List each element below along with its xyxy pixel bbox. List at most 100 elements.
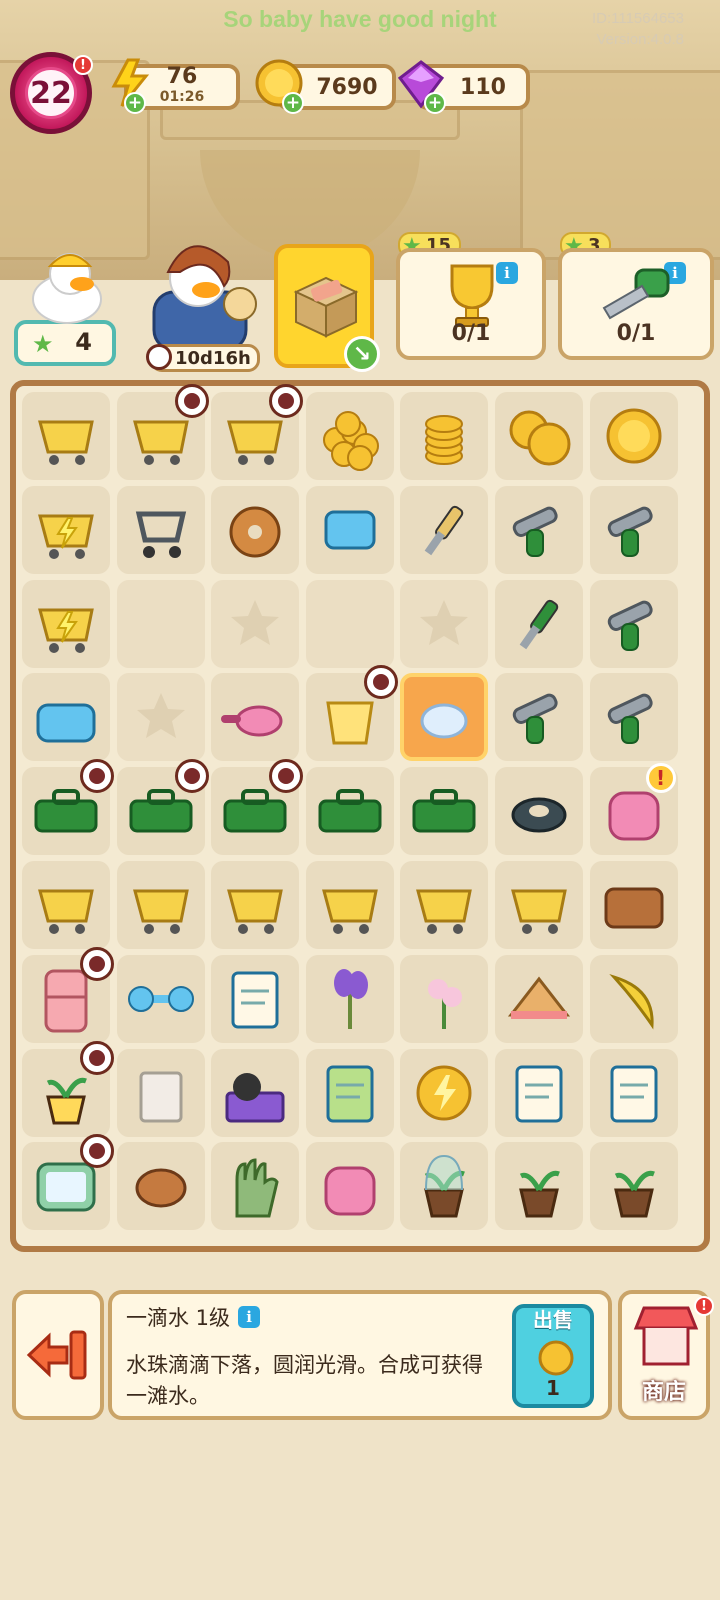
weight-crate-icon — [225, 1072, 285, 1123]
board-cell[interactable] — [305, 485, 394, 574]
board-cell[interactable] — [211, 1142, 300, 1231]
board-cell[interactable] — [495, 767, 583, 856]
board-cell[interactable] — [22, 861, 110, 949]
shopping-cart-full-icon — [38, 420, 94, 465]
board-cell[interactable] — [22, 485, 110, 574]
board-cell[interactable] — [589, 392, 678, 480]
saw-icon — [602, 268, 670, 320]
board-cell[interactable] — [211, 1048, 300, 1137]
shop-button[interactable]: ! 商店 — [618, 1290, 714, 1420]
level-badge[interactable]: 22 ! — [10, 52, 93, 134]
potted-plant-icon — [613, 1171, 655, 1218]
energy-add-icon[interactable]: + — [124, 92, 146, 114]
energy-basket-icon — [38, 608, 94, 653]
board-cell[interactable] — [495, 579, 583, 668]
board-cell[interactable] — [22, 392, 110, 480]
board-cell[interactable] — [305, 1142, 394, 1231]
coin-stack-icon — [425, 415, 464, 465]
sell-button[interactable]: 出售 1 — [512, 1304, 594, 1408]
board-cell[interactable] — [116, 1142, 205, 1231]
trophy-icon — [450, 264, 494, 327]
board-cell[interactable] — [22, 1040, 114, 1137]
worker-duck-icon[interactable] — [22, 244, 112, 324]
board-cell[interactable] — [589, 861, 678, 949]
board-cell[interactable] — [116, 861, 205, 949]
board-cell[interactable] — [116, 384, 209, 480]
board-cell[interactable] — [22, 673, 110, 762]
timer-lock-icon — [174, 759, 209, 794]
order-1-progress: 0/1 — [451, 321, 491, 346]
board-cell-empty[interactable] — [116, 579, 205, 668]
board-cell[interactable] — [589, 485, 678, 574]
board-cell[interactable] — [22, 759, 114, 856]
board-cell[interactable] — [305, 665, 398, 762]
merge-board: ! — [10, 380, 710, 1252]
board-cell[interactable] — [211, 384, 304, 480]
board-cell[interactable] — [400, 673, 489, 762]
board-cell-empty[interactable] — [400, 579, 489, 668]
board-cell[interactable] — [116, 759, 209, 856]
wallet-icon — [604, 887, 664, 929]
board-cell[interactable] — [589, 673, 678, 762]
board-cell[interactable] — [495, 1048, 583, 1137]
board-cell[interactable]: ! — [589, 763, 678, 856]
board-cell[interactable] — [495, 954, 583, 1043]
board-cell[interactable] — [400, 767, 489, 856]
exit-button[interactable] — [12, 1290, 104, 1420]
board-cell[interactable] — [22, 579, 110, 668]
order-card-2[interactable]: i 0/1 — [558, 248, 714, 360]
shop-alert-icon: ! — [694, 1296, 714, 1316]
coin-icon — [538, 1340, 574, 1376]
board-cell[interactable] — [400, 392, 489, 480]
board-cell[interactable] — [495, 392, 583, 480]
board-cell-empty[interactable] — [116, 673, 205, 762]
board-cell[interactable] — [495, 673, 583, 762]
paint-roller-icon — [512, 694, 558, 745]
board-cell[interactable] — [589, 1048, 678, 1137]
order-card-1[interactable]: i 0/1 — [396, 248, 546, 360]
bagel-icon — [229, 506, 281, 558]
empty-star-icon — [136, 693, 185, 739]
coin-pile-icon — [322, 411, 379, 471]
board-cell[interactable] — [589, 579, 678, 668]
board-cell[interactable] — [495, 485, 583, 574]
board-cell[interactable] — [400, 1142, 489, 1231]
gem-add-icon[interactable]: + — [424, 92, 446, 114]
board-cell-empty[interactable] — [211, 579, 300, 668]
board-cell[interactable] — [22, 1134, 114, 1231]
board-cell[interactable] — [589, 1142, 678, 1231]
board-cell[interactable] — [116, 485, 205, 574]
painter-duck-card[interactable]: 10d16h — [140, 232, 260, 372]
hacksaw-icon — [607, 506, 653, 557]
pink-bag-icon — [324, 1166, 376, 1216]
board-cell[interactable] — [22, 946, 114, 1043]
board-cell[interactable] — [305, 1048, 394, 1137]
board-cell[interactable] — [211, 954, 300, 1043]
basket-thin-icon — [416, 889, 473, 934]
board-cell[interactable] — [211, 485, 300, 574]
board-cell-empty[interactable] — [305, 579, 394, 668]
board-cell[interactable] — [116, 1048, 205, 1137]
board-cell[interactable] — [495, 1142, 583, 1231]
board-cell[interactable] — [400, 1048, 489, 1137]
worker-duck-card[interactable]: ★ 4 — [14, 320, 116, 366]
board-cell[interactable] — [305, 861, 394, 949]
glove-icon — [235, 1158, 279, 1218]
board-cell[interactable] — [211, 861, 300, 949]
delivery-box-card[interactable]: ↘ — [274, 244, 380, 372]
board-cell[interactable] — [305, 767, 394, 856]
board-cell[interactable] — [116, 954, 205, 1043]
board-cell[interactable] — [305, 392, 394, 480]
coin-add-icon[interactable]: + — [282, 92, 304, 114]
board-cell[interactable] — [589, 954, 678, 1043]
info-icon[interactable]: i — [238, 1306, 261, 1328]
board-cell[interactable] — [211, 759, 304, 856]
gem-value: 110 — [460, 74, 506, 100]
board-cell[interactable] — [495, 861, 583, 949]
empty-icon — [121, 584, 201, 664]
board-cell[interactable] — [400, 861, 489, 949]
board-cell[interactable] — [400, 954, 489, 1043]
board-cell[interactable] — [305, 954, 394, 1043]
board-cell[interactable] — [211, 673, 300, 762]
board-cell[interactable] — [400, 485, 489, 574]
